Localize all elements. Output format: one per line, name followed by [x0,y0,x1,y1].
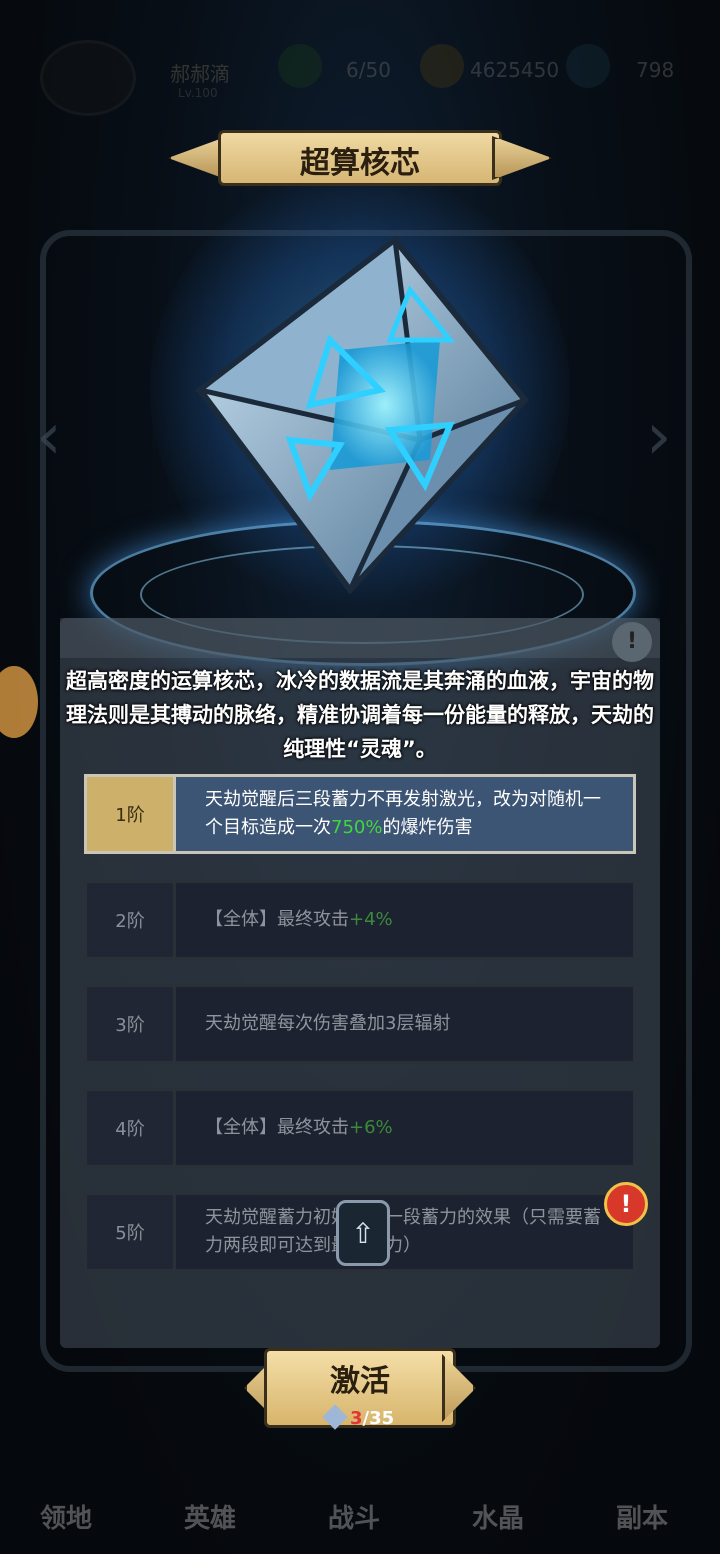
tier-label: 5阶 [87,1195,176,1269]
activate-label: 激活 [330,1364,390,1399]
tier-label: 2阶 [87,883,176,957]
nav-territory[interactable]: 领地 [16,1498,116,1535]
nav-crystal[interactable]: 水晶 [448,1498,548,1535]
tier-effect: 【全体】最终攻击+4% [205,909,393,930]
title-banner: 超算核芯 [168,130,552,186]
cost-total: /35 [362,1408,395,1429]
tier-effect: 天劫觉醒每次伤害叠加3层辐射 [205,1013,451,1034]
nav-dungeon[interactable]: 副本 [592,1498,692,1535]
tier-label: 4阶 [87,1091,176,1165]
tier-effect: 天劫觉醒后三段蓄力不再发射激光，改为对随机一个目标造成一次750%的爆炸伤害 [205,789,601,838]
left-arrow-icon[interactable]: ‹ [36,400,62,474]
nav-heroes[interactable]: 英雄 [160,1498,260,1535]
tier-row-1[interactable]: 1阶 天劫觉醒后三段蓄力不再发射激光，改为对随机一个目标造成一次750%的爆炸伤… [84,774,636,854]
tier-label: 1阶 [87,777,176,851]
right-arrow-icon[interactable]: › [646,400,672,474]
octahedron-crystal-icon [194,235,529,595]
tier-row-4[interactable]: 4阶 【全体】最终攻击+6% [84,1088,636,1168]
item-title: 超算核芯 [300,146,420,181]
crystal-cost-icon [322,1404,348,1430]
item-description: 超高密度的运算核芯，冰冷的数据流是其奔涌的血液，宇宙的物理法则是其搏动的脉络，精… [66,669,654,761]
tier-row-2[interactable]: 2阶 【全体】最终攻击+4% [84,880,636,960]
red-alert-icon[interactable]: ! [604,1182,648,1226]
tier-effect: 【全体】最终攻击+6% [205,1117,393,1138]
lock-icon: ⇧ [336,1200,390,1266]
activate-cost: 3/35 [322,1404,406,1430]
bottom-nav: 领地 英雄 战斗 水晶 副本 [0,1440,720,1554]
tier-label: 3阶 [87,987,176,1061]
panel-header-strip [60,618,660,658]
tier-row-3[interactable]: 3阶 天劫觉醒每次伤害叠加3层辐射 [84,984,636,1064]
info-alert-icon[interactable]: ! [612,622,652,662]
tier-effect: 天劫觉醒蓄力初始获得一段蓄力的效果（只需要蓄力两段即可达到最大蓄力） [205,1207,601,1256]
nav-battle[interactable]: 战斗 [304,1498,404,1535]
cost-current: 3 [350,1408,363,1429]
